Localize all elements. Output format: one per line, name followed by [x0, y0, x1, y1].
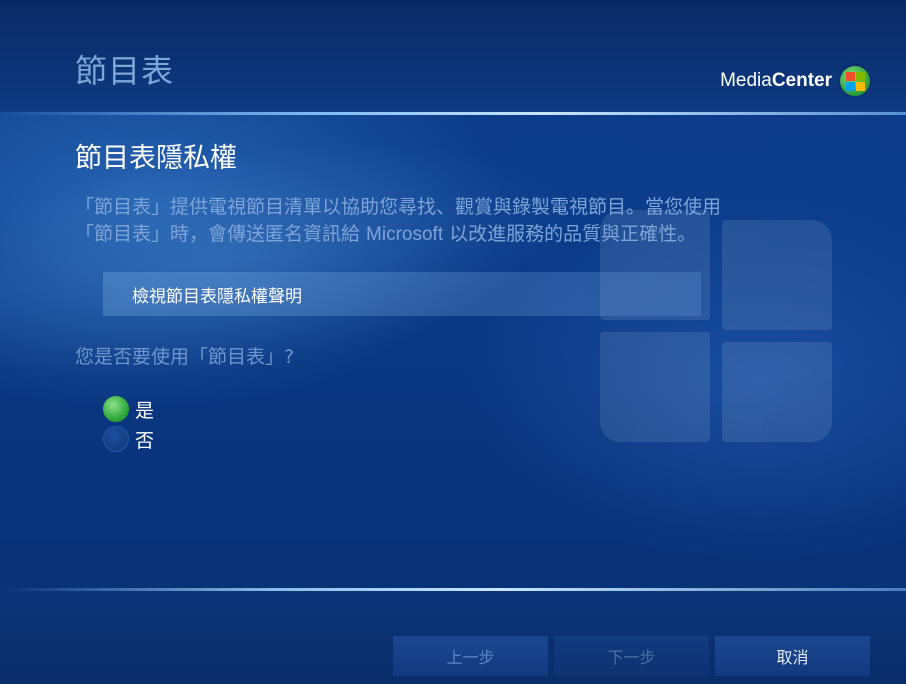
page-title: 節目表隱私權	[75, 143, 237, 174]
view-privacy-statement-button[interactable]: 檢視節目表隱私權聲明	[103, 272, 701, 316]
header-divider	[0, 112, 906, 115]
option-yes[interactable]: 是	[103, 395, 154, 423]
media-center-screen: 節目表 MediaCenter 節目表隱私權 「節目表」提供電視節目清單以協助您…	[0, 0, 906, 684]
next-button[interactable]: 下一步	[554, 636, 709, 676]
option-no-label: 否	[135, 429, 155, 452]
cancel-button-label: 取消	[776, 648, 809, 667]
back-button[interactable]: 上一步	[393, 636, 548, 676]
brand-center: Center	[771, 70, 832, 91]
next-button-label: 下一步	[607, 648, 656, 667]
option-yes-label: 是	[135, 399, 155, 422]
media-center-brand: MediaCenter	[720, 66, 870, 96]
brand-media: Media	[720, 70, 772, 91]
description-text: 「節目表」提供電視節目清單以協助您尋找、觀賞與錄製電視節目。當您使用 「節目表」…	[75, 194, 885, 248]
description-line-2-end: 以改進服務的品質與正確性。	[443, 223, 697, 245]
radio-selected-icon[interactable]	[103, 396, 129, 422]
description-line-2: 「節目表」時，會傳送匿名資訊給 Microsoft 以改進服務的品質與正確性。	[75, 221, 885, 248]
brand-text: MediaCenter	[720, 70, 832, 92]
radio-unselected-icon[interactable]	[103, 426, 129, 452]
description-microsoft: Microsoft	[366, 224, 444, 245]
header-bar: 節目表 MediaCenter	[0, 0, 906, 112]
option-no[interactable]: 否	[103, 425, 154, 453]
question-text: 您是否要使用「節目表」?	[75, 346, 295, 368]
description-line-1: 「節目表」提供電視節目清單以協助您尋找、觀賞與錄製電視節目。當您使用	[75, 196, 722, 218]
cancel-button[interactable]: 取消	[715, 636, 870, 676]
app-title: 節目表	[75, 52, 175, 90]
back-button-label: 上一步	[446, 648, 495, 667]
privacy-button-label: 檢視節目表隱私權聲明	[132, 286, 302, 307]
description-line-2-start: 「節目表」時，會傳送匿名資訊給	[75, 223, 367, 245]
windows-flag-icon	[840, 66, 870, 96]
